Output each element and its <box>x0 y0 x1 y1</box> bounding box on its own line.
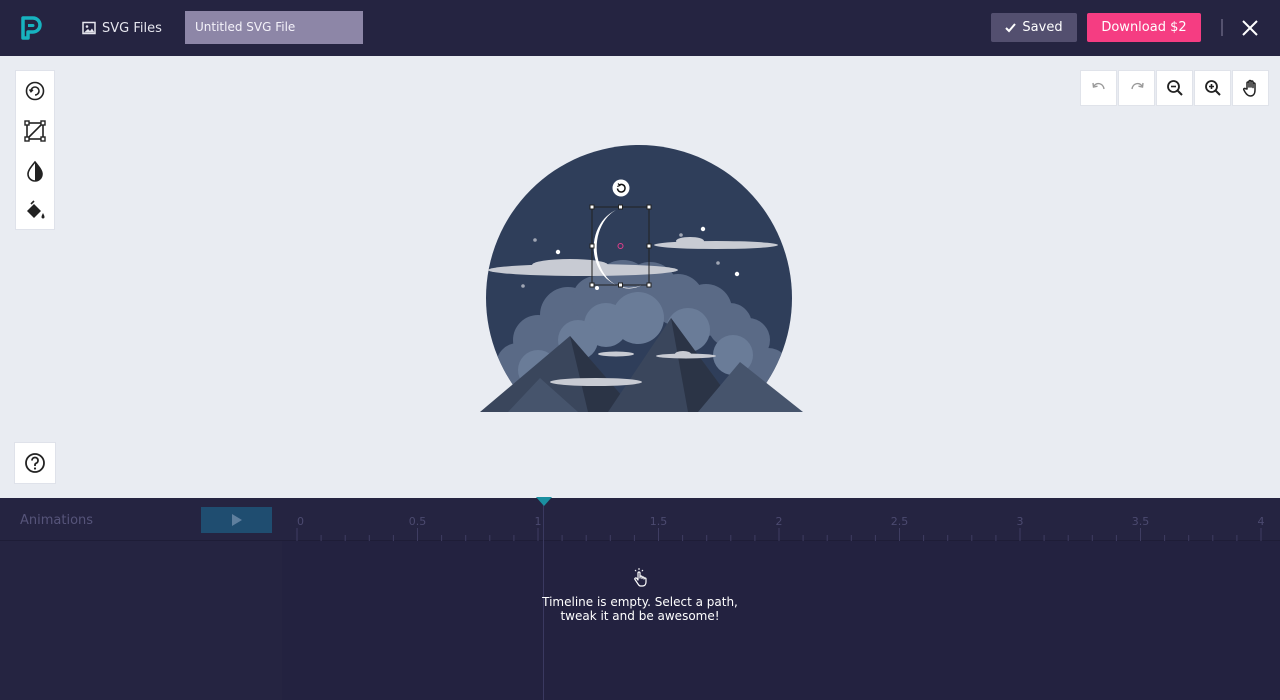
saved-button[interactable]: Saved <box>991 13 1077 42</box>
play-button[interactable] <box>201 507 272 533</box>
redo-button[interactable] <box>1118 70 1155 106</box>
timeline-tracks[interactable] <box>282 541 1280 700</box>
ruler-tick-label: 4 <box>1258 515 1265 528</box>
header-divider <box>1221 19 1223 36</box>
download-label: Download $2 <box>1101 20 1187 35</box>
zoom-out-icon <box>1166 80 1183 96</box>
undo-button[interactable] <box>1080 70 1117 106</box>
ruler-tick-label: 3.5 <box>1132 515 1150 528</box>
empty-line-2: tweak it and be awesome! <box>560 609 720 623</box>
undo-icon <box>1091 82 1105 90</box>
zoom-out-button[interactable] <box>1156 70 1193 106</box>
zoom-in-button[interactable] <box>1194 70 1231 106</box>
empty-line-1: Timeline is empty. Select a path, <box>542 595 738 609</box>
ruler-tick-label: 1.5 <box>650 515 668 528</box>
transform-tool-button[interactable] <box>16 111 54 151</box>
app-logo-icon[interactable] <box>20 16 42 40</box>
opacity-tool-icon <box>27 160 43 182</box>
pan-button[interactable] <box>1232 70 1269 106</box>
file-name-input[interactable] <box>185 11 363 44</box>
timeline-empty-message: Timeline is empty. Select a path, tweak … <box>540 567 740 623</box>
ruler-tick-label: 0 <box>297 515 304 528</box>
close-icon[interactable] <box>1240 18 1260 38</box>
top-bar: SVG Files Saved Download $2 <box>0 0 1280 56</box>
help-button[interactable] <box>14 442 56 484</box>
rotate-tool-icon <box>25 81 45 101</box>
transform-tool-icon <box>24 120 46 142</box>
svg-files-link[interactable]: SVG Files <box>82 18 162 38</box>
fill-tool-button[interactable] <box>16 191 54 231</box>
saved-label: Saved <box>1022 20 1063 35</box>
play-icon <box>231 514 242 526</box>
ruler-tick-label: 3 <box>1017 515 1024 528</box>
hand-pan-icon <box>1242 79 1256 97</box>
ruler-tick-label: 2.5 <box>891 515 909 528</box>
ruler-tick-label: 0.5 <box>409 515 427 528</box>
ruler-tick-label: 1 <box>535 515 542 528</box>
opacity-tool-button[interactable] <box>16 151 54 191</box>
ruler-tick-label: 2 <box>776 515 783 528</box>
rotate-handle[interactable] <box>612 179 630 197</box>
svg-artwork[interactable] <box>478 140 808 412</box>
help-icon <box>25 453 45 473</box>
left-toolbar <box>15 70 55 230</box>
animations-label: Animations <box>20 513 94 528</box>
download-button[interactable]: Download $2 <box>1087 13 1201 42</box>
pointer-hand-icon <box>634 568 647 587</box>
timeline-ruler[interactable]: 0 0.5 1 1.5 2 2.5 3 3.5 4 <box>282 498 1280 541</box>
view-toolbar <box>1080 70 1269 107</box>
playhead-handle[interactable] <box>536 497 552 506</box>
svg-files-label: SVG Files <box>102 20 162 36</box>
redo-icon <box>1130 82 1144 90</box>
rotate-tool-button[interactable] <box>16 71 54 111</box>
zoom-in-icon <box>1204 80 1221 96</box>
image-icon <box>82 21 96 35</box>
fill-tool-icon <box>27 200 45 219</box>
check-icon <box>1005 23 1017 33</box>
